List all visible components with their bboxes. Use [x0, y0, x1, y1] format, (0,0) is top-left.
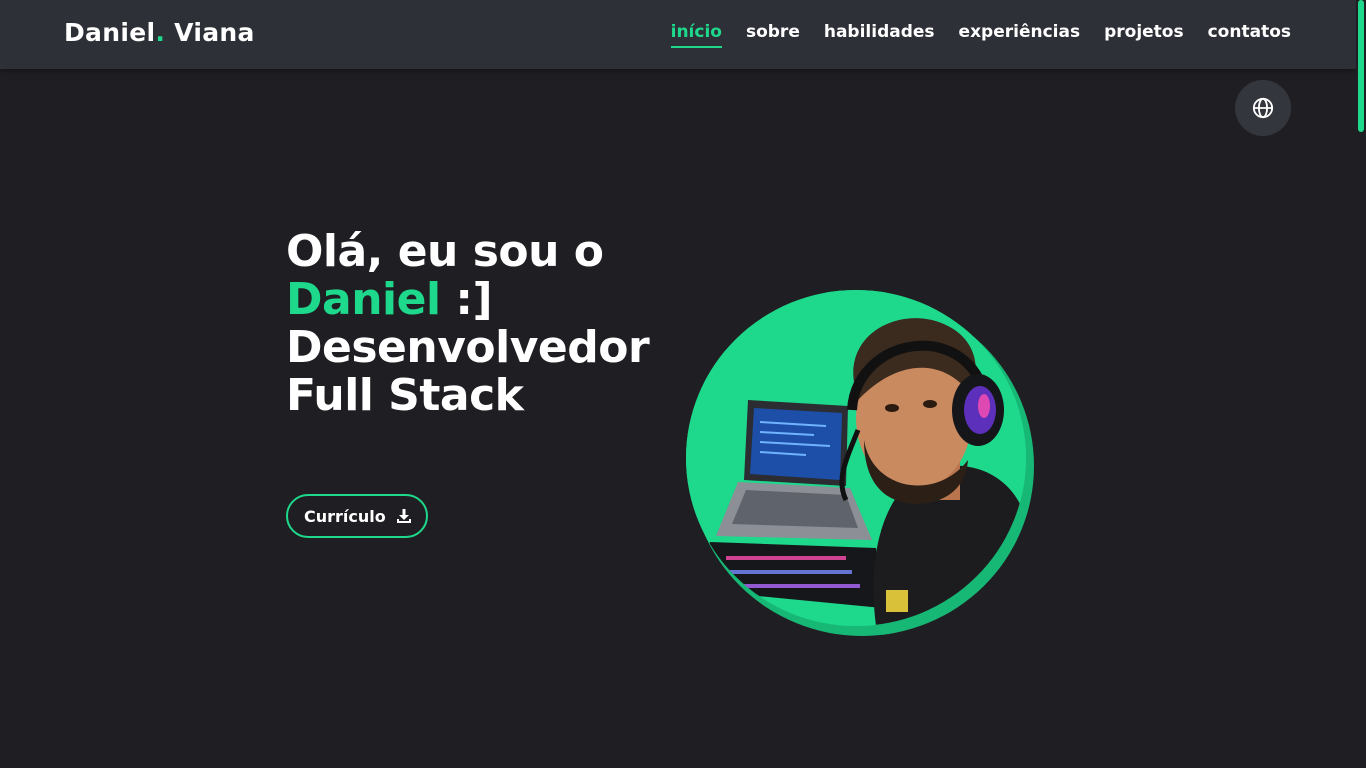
nav-item-projetos[interactable]: projetos: [1104, 22, 1184, 46]
hero-greeting: Olá, eu sou o: [286, 226, 604, 277]
hero-smiley: :]: [440, 274, 493, 325]
cv-button-label: Currículo: [304, 506, 386, 526]
scrollbar-thumb[interactable]: [1358, 0, 1364, 132]
language-button[interactable]: [1235, 80, 1291, 136]
profile-photo: [686, 290, 1034, 636]
globe-icon: [1252, 97, 1274, 119]
nav-item-inicio[interactable]: início: [670, 22, 723, 48]
hero-role-line-2: Full Stack: [286, 370, 524, 421]
main-nav: início sobre habilidades experiências pr…: [670, 22, 1291, 48]
nav-item-contatos[interactable]: contatos: [1208, 22, 1291, 46]
nav-item-sobre[interactable]: sobre: [746, 22, 800, 46]
hero-heading: Olá, eu sou o Daniel :] Desenvolvedor Fu…: [286, 226, 650, 421]
hero-name: Daniel: [286, 274, 441, 325]
site-logo[interactable]: Daniel. Viana: [64, 18, 255, 47]
hero-name-line: Daniel :]: [286, 276, 649, 324]
page-scrollbar[interactable]: [1356, 0, 1366, 768]
download-icon: [396, 509, 411, 523]
download-cv-button[interactable]: Currículo: [286, 494, 428, 538]
nav-item-habilidades[interactable]: habilidades: [824, 22, 935, 46]
nav-item-experiencias[interactable]: experiências: [959, 22, 1081, 46]
site-header: Daniel. Viana início sobre habilidades e…: [0, 0, 1356, 69]
profile-photo-image: [686, 290, 1026, 626]
hero-role-line-1: Desenvolvedor: [286, 322, 650, 373]
